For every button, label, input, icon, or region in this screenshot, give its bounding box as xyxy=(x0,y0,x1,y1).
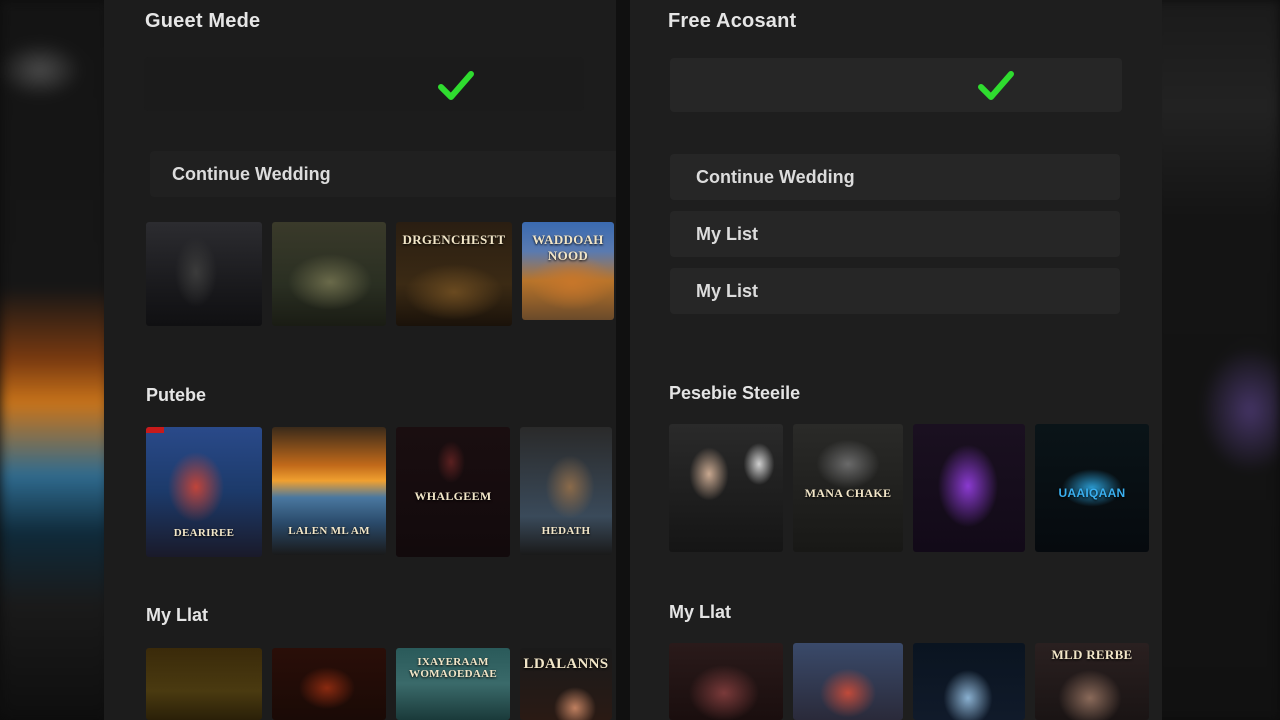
poster-tile[interactable]: MANA CHAKE xyxy=(793,424,903,552)
popular-row: DEARIREE LALEN ML AM WHALGEEM HEDATH xyxy=(146,427,612,557)
poster-tile[interactable]: HEDATH xyxy=(520,427,612,555)
free-account-panel[interactable]: Free Acosant Continue Wedding My List My… xyxy=(630,0,1162,720)
poster-tile[interactable]: WADDOAH NOOD xyxy=(522,222,614,320)
poster-tile[interactable] xyxy=(913,643,1025,720)
my-list-button[interactable]: My List xyxy=(670,268,1120,314)
section-title-popular: Pesebie Steeile xyxy=(669,383,801,403)
poster-tile[interactable] xyxy=(272,648,386,720)
section-title-my-list: My Llat xyxy=(146,605,209,625)
panel-title: Gueet Mede xyxy=(145,10,261,32)
guest-mode-panel[interactable]: Gueet Mede Continue Wedding DRGENCHESTT … xyxy=(104,0,616,720)
continue-watching-button[interactable]: Continue Wedding xyxy=(670,154,1120,200)
my-list-row: MLD RERBE xyxy=(669,643,1149,720)
poster-tile[interactable] xyxy=(793,643,903,720)
section-title-popular: Putebe xyxy=(146,385,207,405)
check-icon xyxy=(438,71,474,100)
guest-mode-select[interactable] xyxy=(144,57,584,111)
popular-row: MANA CHAKE UAAIQAAN xyxy=(669,424,1149,552)
poster-tile[interactable]: UAAIQAAN xyxy=(1035,424,1149,552)
poster-tile[interactable] xyxy=(146,648,262,720)
continue-row: DRGENCHESTT WADDOAH NOOD xyxy=(146,222,614,326)
brand-mark xyxy=(146,427,164,433)
poster-tile[interactable] xyxy=(669,424,783,552)
poster-tile[interactable]: DEARIREE xyxy=(146,427,262,557)
poster-tile[interactable] xyxy=(272,222,386,326)
poster-tile[interactable] xyxy=(913,424,1025,552)
section-title-my-list: My Llat xyxy=(669,602,732,622)
my-list-button[interactable]: My List xyxy=(670,211,1120,257)
continue-watching-button[interactable]: Continue Wedding xyxy=(150,151,616,197)
poster-tile[interactable]: LALEN ML AM xyxy=(272,427,386,555)
poster-tile[interactable] xyxy=(669,643,783,720)
my-list-row: IXAYERAAM WOMAOEDAAE LDALANNS xyxy=(146,648,612,720)
blurred-background-left xyxy=(0,0,110,720)
poster-tile[interactable]: DRGENCHESTT xyxy=(396,222,512,326)
panel-title: Free Acosant xyxy=(668,10,797,32)
blurred-background-right xyxy=(1150,0,1280,720)
poster-tile[interactable]: WHALGEEM xyxy=(396,427,510,557)
poster-tile[interactable]: MLD RERBE xyxy=(1035,643,1149,720)
poster-tile[interactable] xyxy=(146,222,262,326)
poster-tile[interactable]: LDALANNS xyxy=(520,648,612,720)
free-account-select[interactable] xyxy=(670,58,1122,112)
check-icon xyxy=(978,71,1014,100)
poster-tile[interactable]: IXAYERAAM WOMAOEDAAE xyxy=(396,648,510,720)
